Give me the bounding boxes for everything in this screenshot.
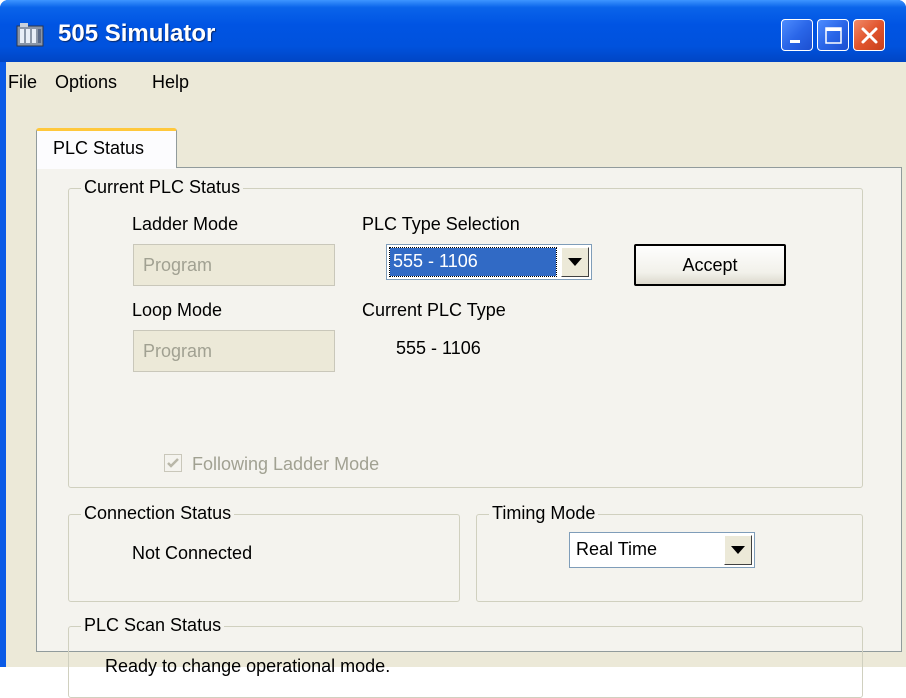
- current-plc-type-label: Current PLC Type: [362, 300, 506, 320]
- timing-mode-label: Timing Mode: [489, 503, 599, 524]
- title-bar[interactable]: 505 Simulator: [0, 0, 906, 62]
- menu-help[interactable]: Help: [152, 72, 189, 93]
- minimize-button[interactable]: [781, 19, 813, 51]
- connection-status-value: Not Connected: [132, 543, 253, 563]
- loop-mode-label: Loop Mode: [132, 300, 223, 320]
- current-plc-status-label: Current PLC Status: [81, 177, 244, 198]
- connection-status-label: Connection Status: [81, 503, 235, 524]
- window-title: 505 Simulator: [58, 20, 216, 47]
- plc-scan-status-label: PLC Scan Status: [81, 615, 225, 636]
- chevron-down-icon: [568, 258, 582, 266]
- timing-mode-value: Real Time: [576, 539, 658, 559]
- application-window: 505 Simulator File Options Help PLC Stat…: [0, 0, 906, 698]
- tab-label: PLC Status: [53, 138, 145, 158]
- maximize-button[interactable]: [817, 19, 849, 51]
- plc-type-select[interactable]: 555 - 1106: [386, 244, 592, 280]
- timing-mode-select[interactable]: Real Time: [569, 532, 755, 568]
- checkmark-icon: [167, 458, 179, 468]
- close-button[interactable]: [853, 19, 885, 51]
- maximize-icon: [825, 27, 842, 44]
- menu-file[interactable]: File: [8, 72, 37, 93]
- client-area: File Options Help PLC Status Current PLC…: [6, 62, 906, 698]
- loop-mode-value: Program: [143, 341, 213, 361]
- plc-app-icon: [16, 22, 44, 48]
- plc-type-dropdown-button[interactable]: [561, 247, 589, 277]
- menu-options[interactable]: Options: [55, 72, 117, 93]
- menu-bar: File Options Help: [6, 62, 906, 102]
- ladder-mode-field[interactable]: Program: [133, 244, 335, 286]
- close-icon: [861, 27, 878, 44]
- chevron-down-icon: [731, 546, 745, 554]
- loop-mode-field[interactable]: Program: [133, 330, 335, 372]
- following-ladder-checkbox[interactable]: [164, 454, 182, 472]
- connection-status-group: Connection Status: [68, 503, 460, 602]
- tab-plc-status[interactable]: PLC Status: [36, 128, 177, 168]
- ladder-mode-value: Program: [143, 255, 213, 275]
- accept-button[interactable]: Accept: [634, 244, 786, 286]
- plc-type-select-value: 555 - 1106: [389, 247, 557, 277]
- plc-type-selection-label: PLC Type Selection: [362, 214, 520, 234]
- current-plc-type-value: 555 - 1106: [396, 338, 481, 358]
- following-ladder-label: Following Ladder Mode: [192, 454, 380, 474]
- minimize-icon: [790, 40, 800, 43]
- timing-mode-dropdown-button[interactable]: [724, 535, 752, 565]
- ladder-mode-label: Ladder Mode: [132, 214, 239, 234]
